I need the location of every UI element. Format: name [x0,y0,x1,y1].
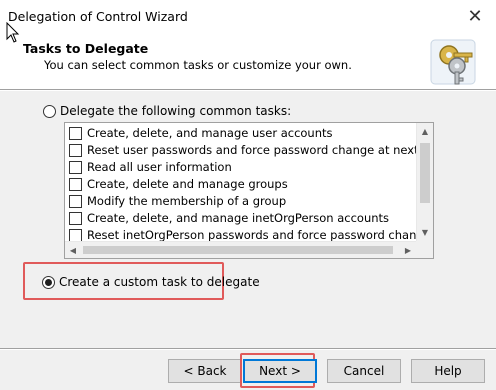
task-item[interactable]: Create, delete and manage groups [69,176,429,193]
task-label: Create, delete, and manage inetOrgPerson… [87,211,390,225]
task-checkbox[interactable] [69,127,82,140]
task-label: Create, delete, and manage user accounts [87,126,333,140]
header-divider [0,89,496,91]
scroll-left-icon[interactable]: ◀ [65,242,81,258]
task-checkbox[interactable] [69,212,82,225]
task-checkbox[interactable] [69,178,82,191]
task-item[interactable]: Read all user information [69,159,429,176]
vertical-scroll-thumb[interactable] [420,143,430,203]
task-item[interactable]: Reset user passwords and force password … [69,142,433,159]
page-title: Tasks to Delegate [23,41,149,56]
scroll-up-icon[interactable]: ▲ [417,123,433,140]
mouse-cursor-icon [6,22,20,43]
task-label: Create, delete and manage groups [87,177,288,191]
task-label: Reset user passwords and force password … [87,143,434,157]
horizontal-scrollbar[interactable]: ◀ ▶ [65,241,433,258]
scroll-down-icon[interactable]: ▼ [417,224,433,241]
close-button[interactable]: ✕ [464,6,486,28]
task-checkbox[interactable] [69,161,82,174]
task-checkbox[interactable] [69,144,82,157]
title-bar: Delegation of Control Wizard ✕ [0,0,496,34]
vertical-scrollbar[interactable]: ▲ ▼ [416,123,433,241]
task-item[interactable]: Create, delete, and manage user accounts [69,125,429,142]
page-subtitle: You can select common tasks or customize… [44,58,352,72]
scroll-right-icon[interactable]: ▶ [400,242,416,258]
window-title: Delegation of Control Wizard [8,9,188,24]
task-label: Reset inetOrgPerson passwords and force … [87,228,433,242]
common-tasks-radio[interactable] [43,105,56,118]
cancel-button[interactable]: Cancel [327,359,401,383]
keys-icon [430,39,476,85]
horizontal-scroll-thumb[interactable] [83,246,393,254]
task-list[interactable]: Create, delete, and manage user accounts… [64,122,434,259]
task-item[interactable]: Create, delete, and manage inetOrgPerson… [69,210,429,227]
custom-task-label: Create a custom task to delegate [59,275,260,289]
scroll-corner [416,241,433,258]
task-item[interactable]: Modify the membership of a group [69,193,429,210]
task-checkbox[interactable] [69,195,82,208]
common-tasks-label: Delegate the following common tasks: [60,104,292,118]
task-label: Read all user information [87,160,232,174]
custom-task-radio[interactable] [42,276,55,289]
back-button[interactable]: < Back [168,359,242,383]
footer-divider [0,348,496,350]
next-button[interactable]: Next > [243,359,317,383]
task-label: Modify the membership of a group [87,194,287,208]
help-button[interactable]: Help [411,359,485,383]
